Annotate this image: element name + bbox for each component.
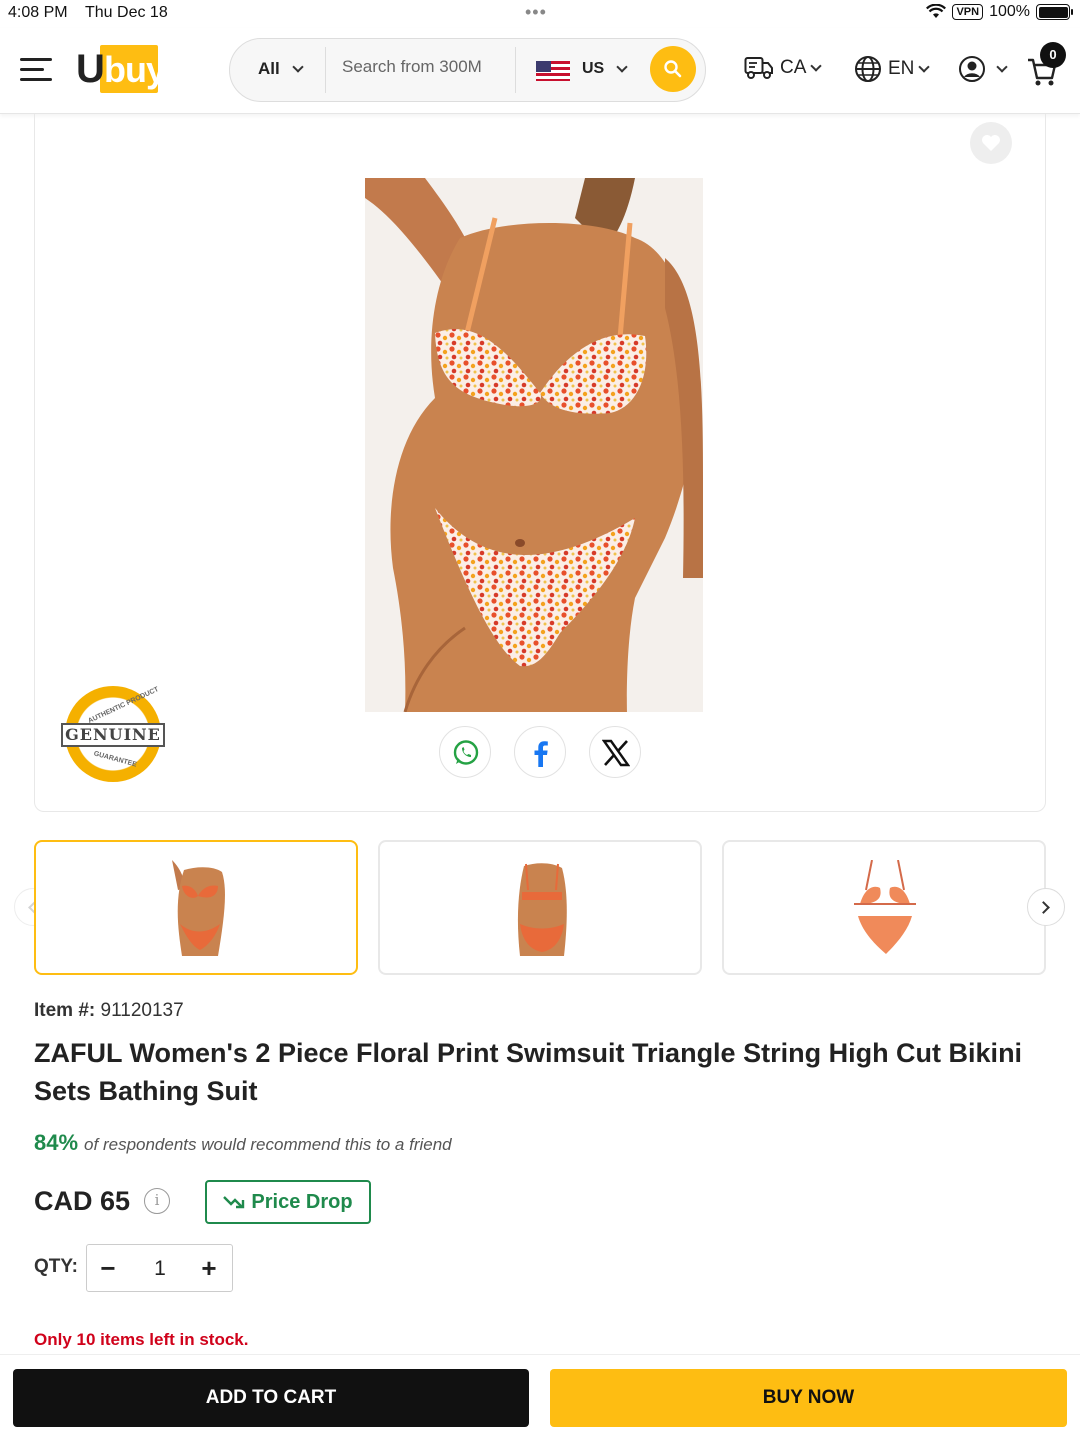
status-right: VPN 100%: [926, 3, 1073, 21]
user-account-icon: [959, 56, 985, 82]
search-input[interactable]: [342, 57, 502, 77]
account-menu[interactable]: [958, 55, 1008, 83]
thumbnail-image: [172, 860, 225, 956]
genuine-label: GENUINE: [61, 723, 165, 747]
chevron-down-icon: [810, 59, 823, 72]
us-flag-icon[interactable]: [536, 61, 570, 81]
item-number-label: Item #:: [34, 1000, 96, 1021]
globe-icon: [855, 56, 881, 82]
search-bar: All US: [229, 38, 706, 102]
search-category-select[interactable]: All: [258, 59, 280, 79]
chevron-right-icon: [1037, 901, 1050, 914]
status-bar: 4:08 PM Thu Dec 18 ••• VPN 100%: [0, 0, 1080, 28]
thumbnail-image: [854, 860, 916, 954]
share-facebook-button[interactable]: [514, 726, 566, 778]
logo-buy: buy: [104, 49, 166, 90]
product-main-image[interactable]: [365, 178, 703, 712]
qty-label: QTY:: [34, 1256, 78, 1277]
ship-to-country: CA: [780, 57, 807, 78]
purchase-action-bar: ADD TO CART BUY NOW: [0, 1354, 1080, 1440]
thumbnail-3[interactable]: [722, 840, 1046, 975]
stock-warning: Only 10 items left in stock.: [34, 1330, 249, 1349]
language-selector[interactable]: EN: [854, 55, 931, 83]
multitask-dots-icon[interactable]: •••: [525, 2, 547, 23]
item-number-value: 91120137: [100, 1000, 184, 1021]
search-icon: [664, 60, 682, 78]
logo-u: U: [76, 47, 105, 91]
store-country-select[interactable]: US: [582, 60, 604, 78]
product-title: ZAFUL Women's 2 Piece Floral Print Swims…: [34, 1038, 1023, 1106]
cart-button[interactable]: 0: [1026, 42, 1066, 90]
thumbnail-next-button[interactable]: [1027, 888, 1065, 926]
share-whatsapp-button[interactable]: [439, 726, 491, 778]
thumbnail-1[interactable]: [34, 840, 358, 975]
price-drop-button[interactable]: Price Drop: [205, 1180, 371, 1224]
chevron-down-icon: [996, 60, 1008, 73]
menu-icon[interactable]: [20, 58, 52, 82]
wifi-icon: [926, 4, 947, 18]
heart-icon: [982, 135, 1000, 151]
recommend-text: of respondents would recommend this to a…: [84, 1135, 452, 1154]
genuine-badge: AUTHENTIC PRODUCT GENUINE GUARANTEE: [61, 686, 165, 784]
ship-to-selector[interactable]: CA: [744, 55, 823, 81]
site-header: U buy All US CA: [0, 28, 1080, 114]
trending-down-icon: [223, 1196, 245, 1209]
product-price: CAD 65: [34, 1186, 131, 1216]
product-image-gallery: AUTHENTIC PRODUCT GENUINE GUARANTEE: [34, 114, 1046, 812]
delivery-truck-icon: [744, 57, 773, 79]
buy-now-button[interactable]: BUY NOW: [550, 1369, 1067, 1427]
chevron-down-icon[interactable]: [616, 61, 628, 73]
battery-percent: 100%: [989, 3, 1030, 20]
ubuy-logo[interactable]: U buy: [76, 45, 166, 93]
quantity-stepper: − 1 +: [86, 1244, 233, 1292]
battery-icon: [1036, 4, 1073, 20]
cart-count-badge: 0: [1040, 42, 1066, 68]
chevron-down-icon: [918, 60, 931, 73]
chevron-down-icon[interactable]: [292, 61, 304, 73]
wishlist-button[interactable]: [970, 122, 1012, 164]
x-twitter-icon: [602, 739, 630, 767]
vpn-badge: VPN: [952, 4, 984, 20]
info-icon[interactable]: i: [144, 1188, 170, 1214]
recommend-percent: 84%: [34, 1130, 79, 1155]
add-to-cart-button[interactable]: ADD TO CART: [13, 1369, 529, 1427]
item-number: Item #: 91120137: [34, 1000, 184, 1022]
search-button[interactable]: [650, 46, 696, 92]
qty-decrement-button[interactable]: −: [93, 1253, 123, 1284]
share-x-button[interactable]: [589, 726, 641, 778]
language-code: EN: [888, 58, 915, 79]
whatsapp-icon: [453, 740, 479, 765]
status-time: 4:08 PM: [8, 4, 68, 21]
qty-value[interactable]: 1: [142, 1257, 178, 1281]
thumbnail-2[interactable]: [378, 840, 702, 975]
thumbnail-image: [517, 863, 567, 956]
recommendation-stat: 84% of respondents would recommend this t…: [34, 1130, 452, 1156]
status-date: Thu Dec 18: [85, 4, 168, 21]
price-drop-label: Price Drop: [251, 1190, 353, 1213]
qty-increment-button[interactable]: +: [194, 1253, 224, 1284]
facebook-icon: [534, 741, 548, 767]
